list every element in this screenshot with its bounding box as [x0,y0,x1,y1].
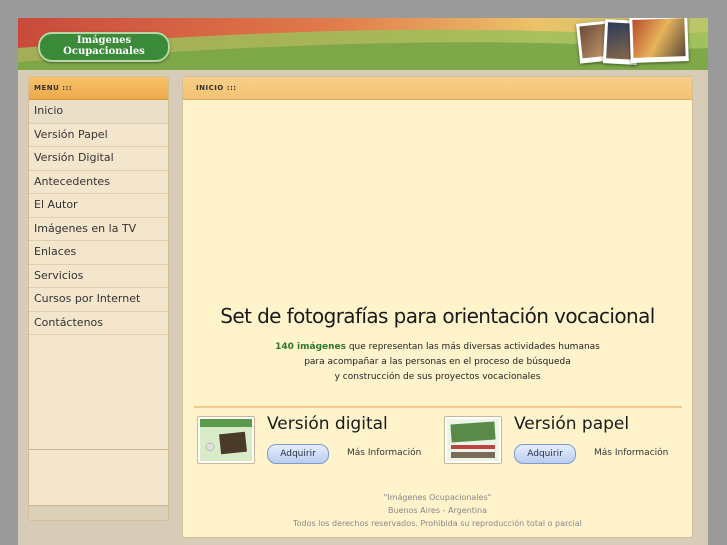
page-title: Set de fotografías para orientación voca… [220,304,655,328]
content-header: INICIO ::: [183,77,692,100]
sidebar-divider [29,449,168,450]
header-photo-3 [629,18,689,63]
sidebar-item-contactenos[interactable]: Contáctenos [29,312,168,335]
sidebar-item-antecedentes[interactable]: Antecedentes [29,171,168,194]
page-description: 140 imágenes que representan las más div… [183,340,692,385]
book-cover-icon [447,419,499,461]
sidebar-footer-bar [29,505,168,520]
logo-text: Imágenes Ocupacionales [63,35,145,57]
buy-digital-button[interactable]: Adquirir [267,444,329,464]
footer-location: Buenos Aires - Argentina [387,506,488,515]
more-info-digital-link[interactable]: Más Información [347,448,421,458]
footer-brand: "Imágenes Ocupacionales" [383,493,492,502]
site-header: Imágenes Ocupacionales [18,18,708,70]
description-line-2: para acompañar a las personas en el proc… [304,357,571,367]
digital-version-title: Versión digital [267,414,388,434]
menu-header: MENU ::: [29,77,168,100]
buy-paper-button[interactable]: Adquirir [514,444,576,464]
sidebar-item-cursos[interactable]: Cursos por Internet [29,288,168,312]
sidebar-item-enlaces[interactable]: Enlaces [29,241,168,265]
sidebar-item-version-digital[interactable]: Versión Digital [29,147,168,171]
section-divider [194,406,682,408]
digital-product-image[interactable] [197,416,255,464]
description-line-3: y construcción de sus proyectos vocacion… [334,372,541,382]
description-line-1: 140 imágenes que representan las más div… [183,340,692,355]
sidebar-item-servicios[interactable]: Servicios [29,265,168,288]
sidebar-item-version-papel[interactable]: Versión Papel [29,124,168,147]
paper-product-image[interactable] [444,416,502,464]
footer-copyright: Todos los derechos reservados. Prohibida… [293,519,582,528]
sidebar-menu: MENU ::: Inicio Versión Papel Versión Di… [28,76,169,521]
sidebar-item-el-autor[interactable]: El Autor [29,194,168,218]
cd-case-icon [200,419,252,461]
highlight-count: 140 imágenes [275,342,346,352]
paper-version-title: Versión papel [514,414,630,434]
page-footer: "Imágenes Ocupacionales" Buenos Aires - … [183,491,692,530]
sidebar-item-inicio[interactable]: Inicio [29,100,168,124]
page: Imágenes Ocupacionales MENU ::: Inicio V… [18,18,708,545]
main-content: INICIO ::: Set de fotografías para orien… [182,76,693,538]
more-info-paper-link[interactable]: Más Información [594,448,668,458]
description-line-1-text: que representan las más diversas activid… [345,342,600,352]
sidebar-item-imagenes-tv[interactable]: Imágenes en la TV [29,218,168,241]
